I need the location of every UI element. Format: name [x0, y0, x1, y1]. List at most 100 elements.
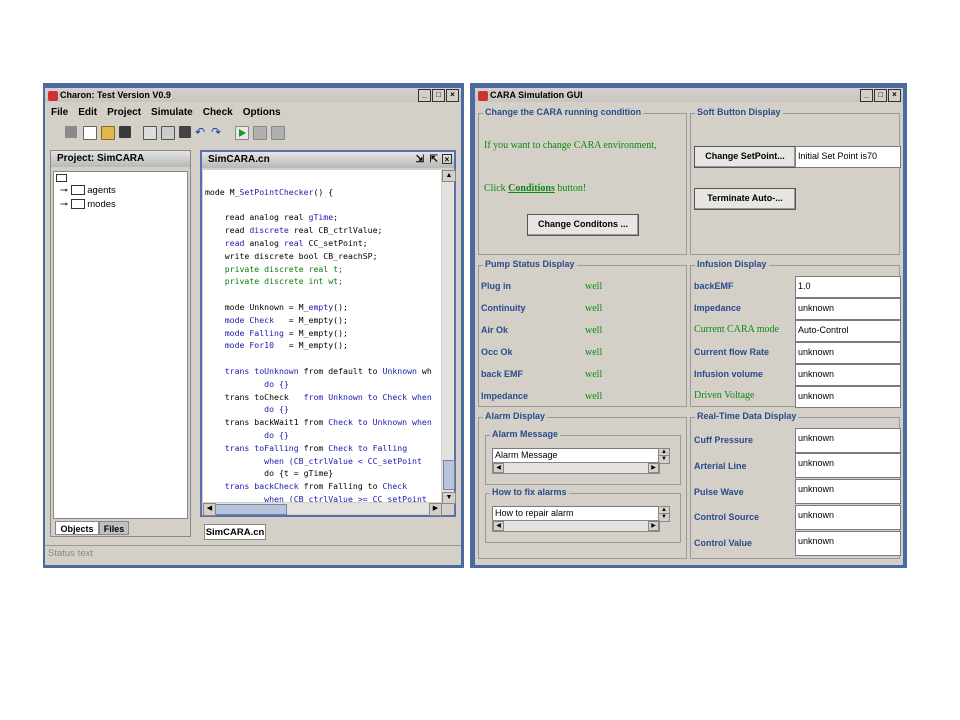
charon-title: Charon: Test Version V0.9	[60, 90, 171, 100]
scroll-right-icon[interactable]: ▶	[429, 503, 442, 516]
scroll-right-icon[interactable]: ▶	[648, 521, 659, 531]
pump-label-air-ok: Air Ok	[481, 325, 509, 335]
scroll-up-icon[interactable]: ▲	[442, 170, 456, 182]
code-line: private discrete real t;	[224, 263, 344, 274]
build-icon[interactable]	[65, 126, 77, 138]
alarm-message-scrollbar[interactable]: ◀ ▶	[492, 462, 660, 474]
menu-project[interactable]: Project	[107, 107, 141, 118]
project-panel: Project: SimCARA ⊸ agents ⊸ modes Object…	[50, 150, 191, 537]
menu-simulate[interactable]: Simulate	[151, 107, 193, 118]
open-folder-icon[interactable]	[101, 126, 115, 140]
realtime-field-control-value[interactable]: unknown	[795, 531, 901, 556]
scroll-thumb[interactable]	[443, 460, 455, 490]
tree-label: modes	[87, 199, 116, 210]
group-title: Change the CARA running condition	[483, 107, 644, 117]
code-line: read analog real gTime;	[205, 212, 339, 223]
pause-icon[interactable]	[253, 126, 267, 140]
conditions-link[interactable]: Conditions	[508, 183, 555, 194]
tab-files[interactable]: Files	[99, 521, 129, 535]
float-icon[interactable]: ⇲	[416, 152, 424, 168]
charon-titlebar[interactable]: Charon: Test Version V0.9 _ □ ×	[45, 88, 461, 102]
editor-bottom-tab[interactable]: SimCARA.cn	[204, 524, 266, 540]
realtime-field-pulse-wave[interactable]: unknown	[795, 479, 901, 504]
undo-icon[interactable]: ↶	[195, 126, 207, 138]
change-conditions-button[interactable]: Change Conditons ...	[527, 214, 639, 236]
menu-options[interactable]: Options	[243, 107, 281, 118]
expand-icon[interactable]: ⊸	[60, 199, 68, 210]
editor-horizontal-scrollbar[interactable]: ◀ ▶	[203, 503, 442, 516]
infusion-field-flow-rate[interactable]: unknown	[795, 342, 901, 364]
infusion-field-impedance[interactable]: unknown	[795, 298, 901, 320]
expand-icon[interactable]: ⊸	[60, 185, 68, 196]
infusion-field-driven-voltage[interactable]: unknown	[795, 386, 901, 408]
code-line: trans toFalling from Check to Falling	[224, 442, 408, 453]
tree-item-modes[interactable]: ⊸ modes	[60, 199, 116, 210]
terminate-auto-button[interactable]: Terminate Auto-...	[694, 188, 796, 210]
scroll-down-icon[interactable]: ▼	[442, 492, 456, 504]
infusion-label-impedance: Impedance	[694, 303, 742, 313]
pump-label-occ-ok: Occ Ok	[481, 347, 513, 357]
infusion-field-cara-mode[interactable]: Auto-Control	[795, 320, 901, 342]
copy-icon[interactable]	[161, 126, 175, 140]
code-line: do {}	[264, 429, 289, 440]
infusion-field-backemf[interactable]: 1.0	[795, 276, 901, 298]
realtime-field-control-source[interactable]: unknown	[795, 505, 901, 530]
cara-titlebar[interactable]: CARA Simulation GUI _ □ ×	[475, 88, 903, 102]
charon-toolbar: ↶ ↷	[65, 126, 295, 140]
infusion-label-backemf: backEMF	[694, 281, 734, 291]
menu-edit[interactable]: Edit	[78, 107, 97, 118]
change-instructions-line2: Click Conditions button!	[484, 183, 586, 194]
close-button[interactable]: ×	[446, 89, 459, 102]
infusion-label-driven-voltage: Driven Voltage	[694, 390, 755, 401]
cut-icon[interactable]	[143, 126, 157, 140]
group-title: Pump Status Display	[483, 259, 577, 269]
minimize-button[interactable]: _	[860, 89, 873, 102]
charon-menubar: File Edit Project Simulate Check Options	[51, 107, 291, 121]
maximize-button[interactable]: □	[874, 89, 887, 102]
pump-label-continuity: Continuity	[481, 303, 526, 313]
folder-icon	[70, 185, 85, 196]
pump-value-back-emf: well	[585, 369, 603, 380]
setpoint-field[interactable]: Initial Set Point is70	[795, 146, 901, 168]
code-line: trans toCheck from Unknown to Check when	[205, 391, 432, 402]
editor-panel: SimCARA.cn ⇲ ⇱ × mode M_SetPointChecker(…	[200, 150, 456, 517]
fix-alarms-scrollbar[interactable]: ◀ ▶	[492, 520, 660, 532]
change-setpoint-button[interactable]: Change SetPoint...	[694, 146, 796, 168]
realtime-field-cuff-pressure[interactable]: unknown	[795, 428, 901, 453]
stop-icon[interactable]	[271, 126, 285, 140]
code-line: trans toUnknown from default to Unknown …	[224, 365, 432, 376]
paste-icon[interactable]	[179, 126, 191, 138]
close-button[interactable]: ×	[888, 89, 901, 102]
horizontal-scroll-thumb[interactable]	[215, 504, 287, 515]
scroll-right-icon[interactable]: ▶	[648, 463, 659, 473]
code-area[interactable]: mode M_SetPointChecker() { read analog r…	[203, 170, 441, 502]
fix-alarms-field[interactable]: How to repair alarm	[492, 506, 662, 521]
redo-icon[interactable]: ↷	[211, 126, 223, 138]
save-icon[interactable]	[119, 126, 131, 138]
minimize-button[interactable]: _	[418, 89, 431, 102]
run-button[interactable]	[235, 126, 249, 140]
restore-icon[interactable]: ⇱	[430, 152, 438, 168]
scroll-left-icon[interactable]: ◀	[493, 463, 504, 473]
new-file-icon[interactable]	[83, 126, 97, 140]
editor-vertical-scrollbar[interactable]: ▲ ▼	[442, 170, 456, 504]
tab-objects[interactable]: Objects	[55, 521, 99, 535]
scroll-left-icon[interactable]: ◀	[493, 521, 504, 531]
realtime-field-arterial-line[interactable]: unknown	[795, 453, 901, 478]
alarm-message-title: Alarm Message	[490, 429, 561, 439]
menu-file[interactable]: File	[51, 107, 68, 118]
soft-button-group: Soft Button Display Change SetPoint... I…	[690, 107, 901, 255]
tree-item-agents[interactable]: ⊸ agents	[60, 185, 116, 196]
code-line: mode M_SetPointChecker() {	[205, 186, 334, 197]
code-line: do {t = gTime}	[205, 468, 334, 479]
menu-check[interactable]: Check	[203, 107, 233, 118]
alarm-display-group: Alarm Display Alarm Message Alarm Messag…	[478, 411, 687, 559]
alarm-message-field[interactable]: Alarm Message	[492, 448, 662, 463]
maximize-button[interactable]: □	[432, 89, 445, 102]
infusion-field-volume[interactable]: unknown	[795, 364, 901, 386]
pump-value-impedance: well	[585, 391, 603, 402]
close-editor-icon[interactable]: ×	[442, 154, 452, 164]
